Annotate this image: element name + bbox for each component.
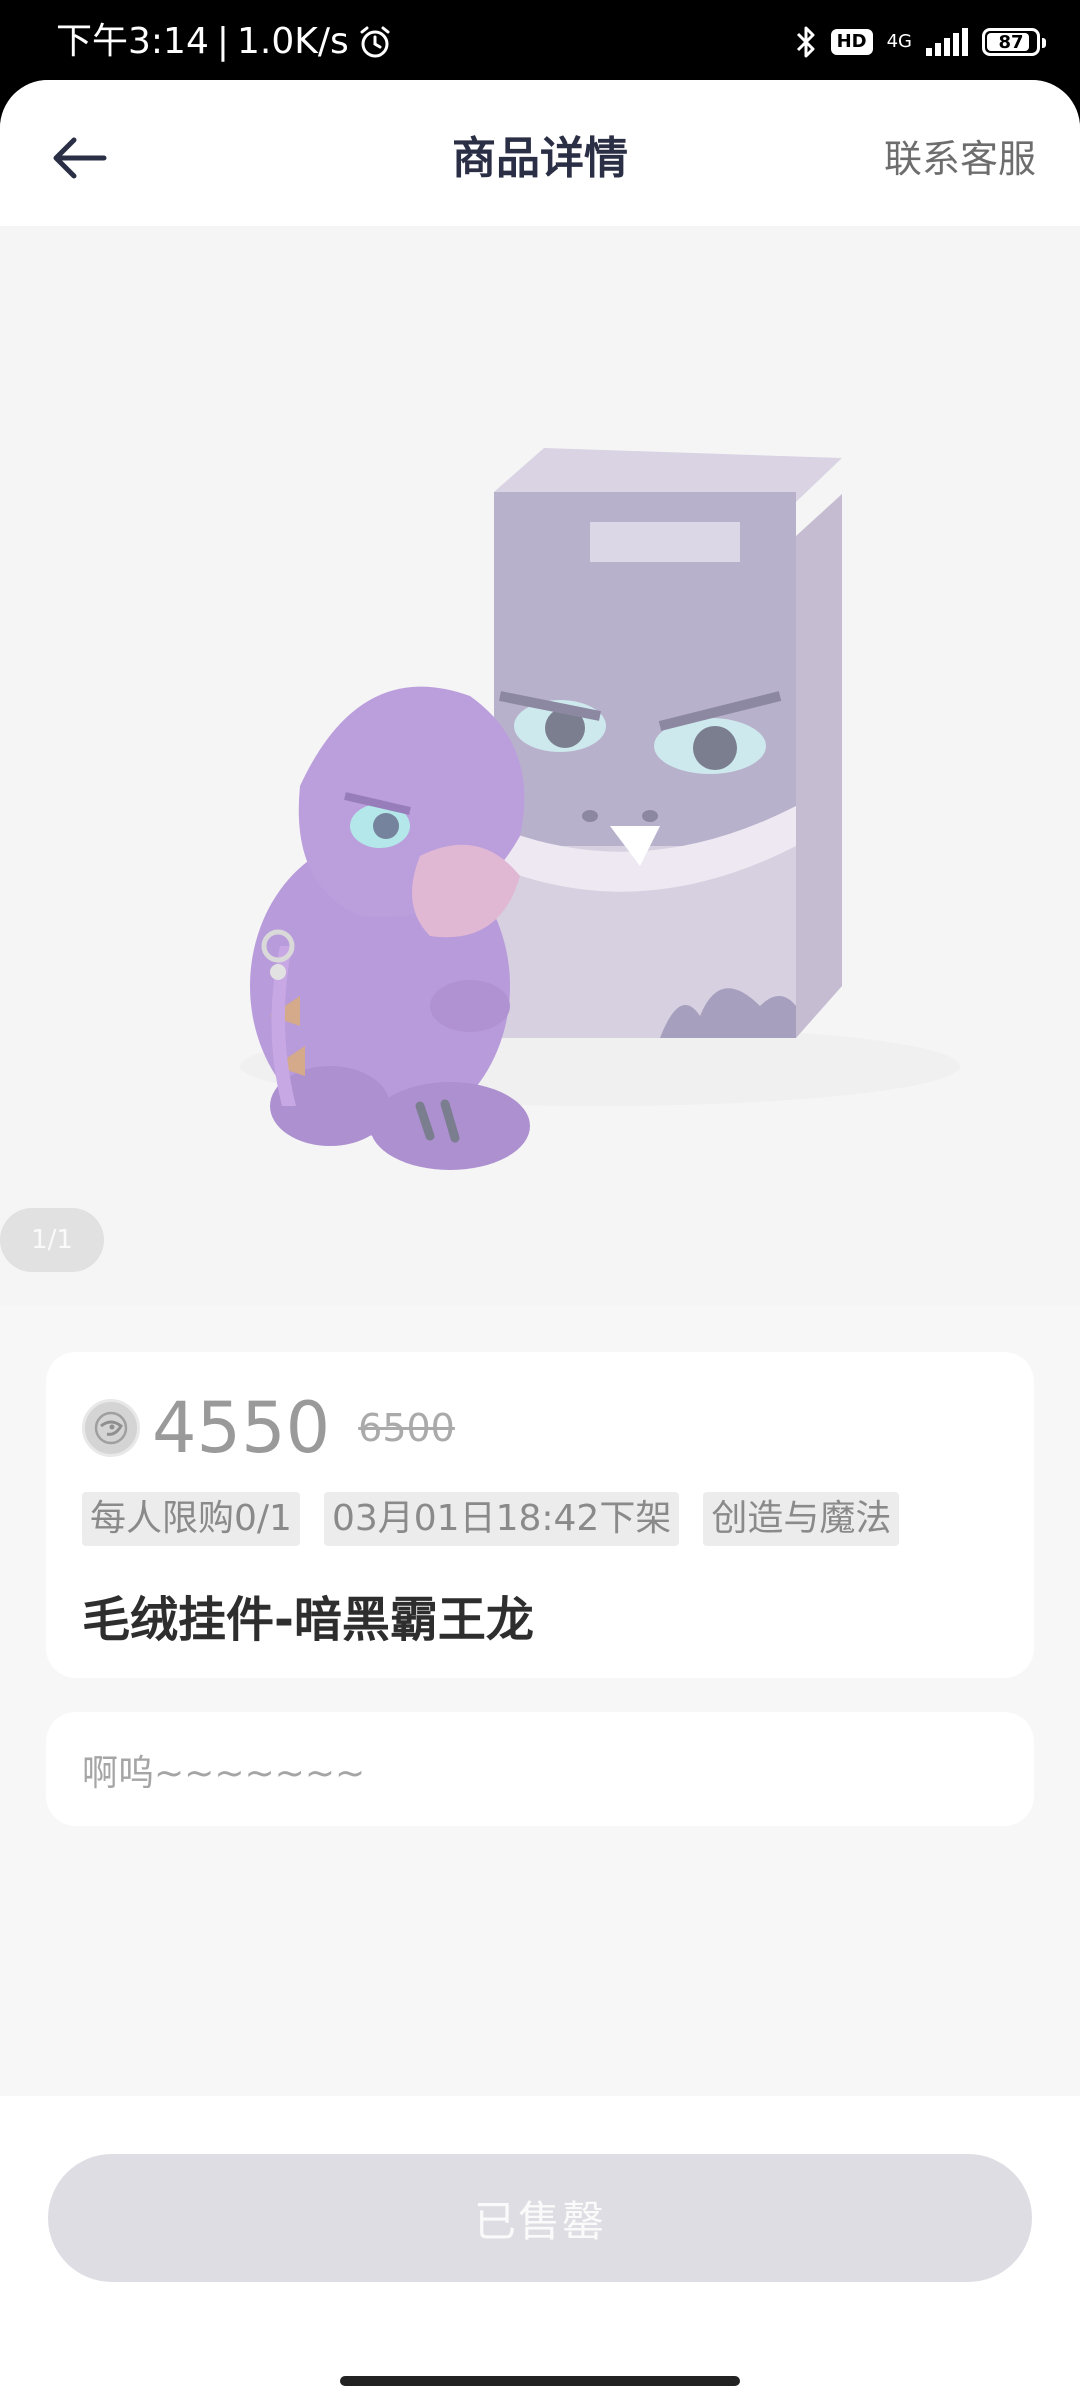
app-sheet: 商品详情 联系客服 1/1 4550 6500 每人限购0/1 03月01日18…: [0, 80, 1080, 2400]
tags-row: 每人限购0/1 03月01日18:42下架 创造与魔法: [82, 1492, 900, 1546]
product-name: 毛绒挂件-暗黑霸王龙: [82, 1592, 534, 1648]
coin-icon: [82, 1399, 140, 1457]
price: 4550: [152, 1387, 331, 1469]
original-price: 6500: [358, 1406, 455, 1450]
bottom-bar: 已售罄: [0, 2096, 1080, 2400]
status-time: 下午3:14: [56, 21, 209, 62]
image-counter: 1/1: [0, 1208, 104, 1272]
status-left: 下午3:14 | 1.0K/s: [56, 22, 393, 62]
tag-game: 创造与魔法: [703, 1492, 900, 1546]
tag-delist-time: 03月01日18:42下架: [323, 1492, 680, 1546]
signal-icon: [926, 28, 968, 56]
product-description: 啊呜~~~~~~~: [82, 1753, 366, 1794]
status-separator: |: [216, 21, 229, 62]
alarm-icon: [357, 24, 393, 60]
product-illustration: [0, 226, 1080, 1306]
hd-badge: HD: [830, 29, 873, 55]
contact-support-button[interactable]: 联系客服: [884, 128, 1036, 183]
header: 商品详情 联系客服: [0, 80, 1080, 226]
status-bar: 下午3:14 | 1.0K/s HD 4G 87: [0, 0, 1080, 80]
product-info-card: 4550 6500 每人限购0/1 03月01日18:42下架 创造与魔法 毛绒…: [46, 1352, 1034, 1678]
network-type: 4G: [886, 31, 912, 52]
status-right: HD 4G 87: [795, 22, 1046, 62]
sold-out-button[interactable]: 已售罄: [48, 2154, 1032, 2282]
battery-icon: 87: [982, 28, 1046, 56]
price-row: 4550 6500: [82, 1388, 455, 1468]
battery-level: 87: [998, 31, 1024, 53]
bluetooth-icon: [795, 25, 817, 59]
description-card: 啊呜~~~~~~~: [46, 1712, 1034, 1826]
home-indicator[interactable]: [340, 2376, 740, 2386]
tag-purchase-limit: 每人限购0/1: [82, 1492, 300, 1546]
product-image[interactable]: [0, 226, 1080, 1306]
status-net-speed: 1.0K/s: [236, 21, 349, 62]
